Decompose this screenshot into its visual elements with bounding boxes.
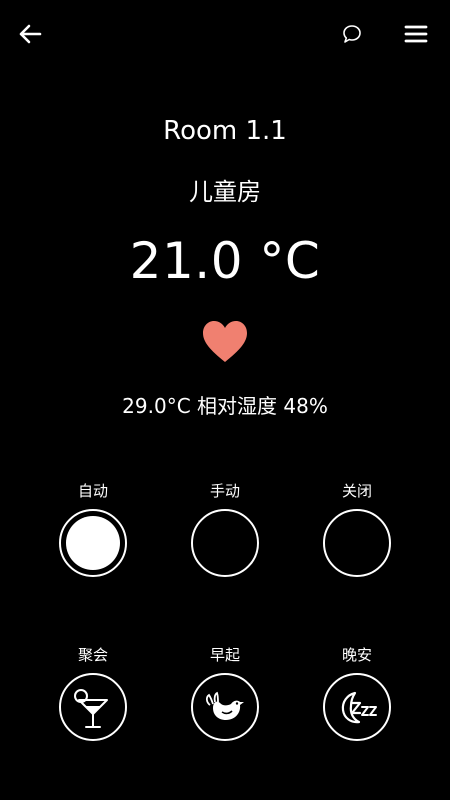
hamburger-menu-icon[interactable] xyxy=(402,20,430,48)
back-arrow-icon[interactable] xyxy=(16,20,44,48)
mode-manual: 手动 xyxy=(165,481,285,577)
scene-party-button[interactable] xyxy=(59,673,127,741)
scene-morning: 早起 xyxy=(165,645,285,741)
mode-auto-button[interactable] xyxy=(59,509,127,577)
scene-party-label: 聚会 xyxy=(77,646,108,664)
bird-icon xyxy=(205,691,244,720)
mode-off: 关闭 xyxy=(297,481,417,577)
mode-manual-label: 手动 xyxy=(209,482,240,500)
scene-party: 聚会 xyxy=(33,645,153,741)
mode-off-label: 关闭 xyxy=(341,482,372,500)
room-name: Room 1.1 xyxy=(163,116,287,146)
current-temperature-humidity: 29.0°C 相对湿度 48% xyxy=(122,394,328,418)
heart-icon[interactable] xyxy=(200,318,250,366)
scene-morning-button[interactable] xyxy=(191,673,259,741)
top-bar xyxy=(0,0,450,68)
scene-night: 晚安 xyxy=(297,645,417,741)
chat-bubble-icon[interactable] xyxy=(340,22,364,46)
scene-night-label: 晚安 xyxy=(341,646,372,664)
mode-auto-label: 自动 xyxy=(77,482,108,500)
cocktail-glass-icon xyxy=(74,689,108,728)
temperature-setpoint[interactable]: 21.0 °C xyxy=(0,232,450,290)
moon-sleep-icon xyxy=(341,691,377,724)
mode-manual-button[interactable] xyxy=(191,509,259,577)
room-subtitle: 儿童房 xyxy=(189,178,261,206)
scene-morning-label: 早起 xyxy=(209,646,240,664)
mode-auto: 自动 xyxy=(33,481,153,577)
mode-off-button[interactable] xyxy=(323,509,391,577)
scene-night-button[interactable] xyxy=(323,673,391,741)
